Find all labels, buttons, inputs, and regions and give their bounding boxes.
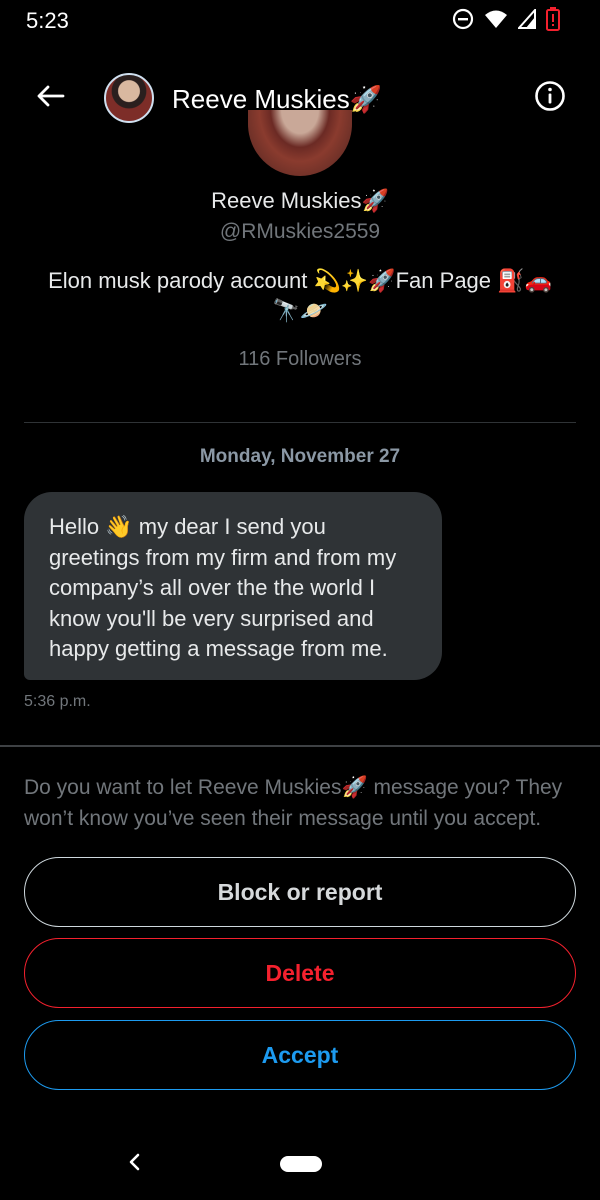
nav-back-button[interactable] bbox=[122, 1150, 146, 1178]
status-icons bbox=[452, 6, 560, 36]
back-arrow-icon bbox=[35, 84, 65, 113]
do-not-disturb-icon bbox=[452, 8, 474, 35]
back-button[interactable] bbox=[30, 78, 70, 118]
profile-name: Reeve Muskies🚀 bbox=[211, 188, 389, 213]
message-request-prompt: Do you want to let Reeve Muskies🚀 messag… bbox=[24, 776, 563, 830]
nav-home-pill[interactable] bbox=[280, 1156, 322, 1172]
message-timestamp: 5:36 p.m. bbox=[24, 693, 91, 710]
followers-count[interactable]: 116 Followers bbox=[0, 348, 600, 371]
divider bbox=[0, 745, 600, 747]
wifi-icon bbox=[484, 9, 508, 34]
info-button[interactable] bbox=[530, 78, 570, 118]
battery-low-icon bbox=[546, 6, 560, 36]
divider bbox=[24, 422, 576, 423]
block-or-report-button[interactable]: Block or report bbox=[24, 857, 576, 927]
profile-avatar[interactable] bbox=[248, 110, 352, 176]
profile-bio: Elon musk parody account 💫✨🚀Fan Page ⛽🚗🔭… bbox=[48, 268, 552, 323]
signal-icon bbox=[516, 6, 536, 34]
delete-button[interactable]: Delete bbox=[24, 938, 576, 1008]
status-time: 5:23 bbox=[26, 8, 69, 33]
avatar[interactable] bbox=[104, 73, 154, 123]
date-separator: Monday, November 27 bbox=[199, 446, 401, 467]
profile-handle: @RMuskies2559 bbox=[219, 220, 381, 243]
info-icon bbox=[534, 80, 566, 117]
chevron-left-icon bbox=[127, 1152, 141, 1177]
message-bubble[interactable]: Hello 👋 my dear I send you greetings fro… bbox=[24, 492, 442, 680]
accept-button[interactable]: Accept bbox=[24, 1020, 576, 1090]
